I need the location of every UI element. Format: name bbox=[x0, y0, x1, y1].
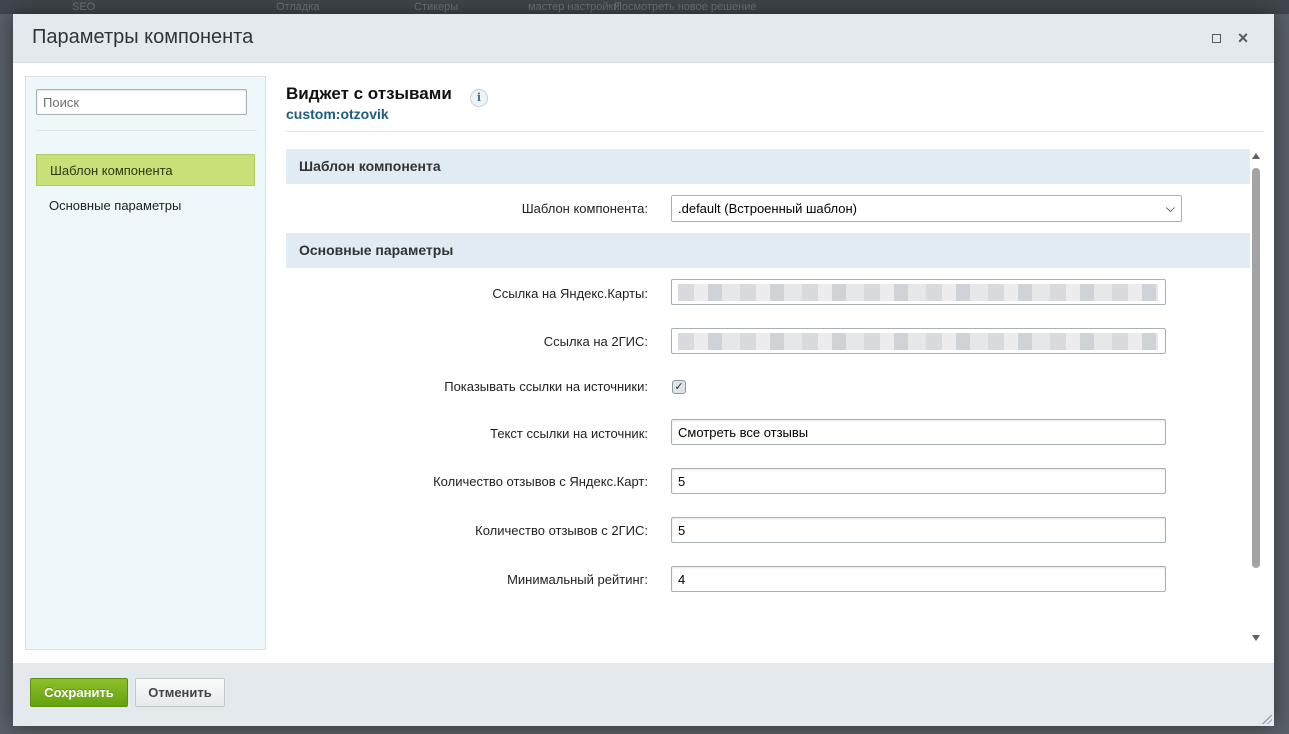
section-title: Шаблон компонента bbox=[299, 158, 441, 174]
checkmark-icon: ✓ bbox=[674, 381, 684, 393]
yandex-count-label: Количество отзывов с Яндекс.Карт: bbox=[433, 474, 648, 489]
search-input[interactable] bbox=[36, 89, 247, 115]
gis-link-input[interactable] bbox=[671, 328, 1166, 354]
yandex-count-input[interactable] bbox=[671, 468, 1166, 494]
save-button[interactable]: Сохранить bbox=[30, 678, 128, 707]
yandex-link-input[interactable] bbox=[671, 279, 1166, 305]
gis-link-label: Ссылка на 2ГИС: bbox=[543, 334, 648, 349]
min-rating-input[interactable] bbox=[671, 566, 1166, 592]
bg-toolbar-stickers: Стикеры bbox=[414, 1, 459, 13]
redacted-value bbox=[678, 333, 1158, 350]
sidebar: Шаблон компонента Основные параметры bbox=[25, 76, 266, 650]
scroll-thumb[interactable] bbox=[1252, 168, 1260, 568]
chevron-down-icon: ⌵ bbox=[1165, 201, 1175, 215]
scroll-up-arrow-icon[interactable] bbox=[1252, 153, 1260, 159]
show-links-checkbox[interactable]: ✓ bbox=[672, 380, 686, 394]
min-rating-label: Минимальный рейтинг: bbox=[507, 572, 648, 587]
params-scrollbar[interactable] bbox=[1250, 148, 1264, 648]
scroll-down-arrow-icon[interactable] bbox=[1252, 635, 1260, 641]
gis-count-label: Количество отзывов с 2ГИС: bbox=[475, 523, 648, 538]
gis-count-input[interactable] bbox=[671, 517, 1166, 543]
show-links-label: Показывать ссылки на источники: bbox=[444, 379, 648, 394]
bg-toolbar-debug: Отладка bbox=[276, 1, 320, 13]
dialog-title: Параметры компонента bbox=[32, 26, 254, 48]
redacted-value bbox=[678, 284, 1158, 301]
template-label: Шаблон компонента: bbox=[521, 201, 648, 216]
close-icon: × bbox=[1237, 28, 1249, 48]
component-code: custom:otzovik bbox=[286, 106, 389, 122]
bg-toolbar-wizard: мастер настройки bbox=[528, 1, 620, 13]
bg-toolbar-seo: SEO bbox=[72, 1, 96, 13]
section-header-main: Основные параметры bbox=[286, 233, 1250, 268]
sidebar-item-main-params[interactable]: Основные параметры bbox=[36, 190, 255, 222]
info-icon[interactable]: i bbox=[470, 89, 488, 107]
sidebar-item-template[interactable]: Шаблон компонента bbox=[36, 154, 255, 186]
template-select[interactable]: .default (Встроенный шаблон) ⌵ bbox=[671, 195, 1182, 222]
component-params-dialog: Параметры компонента × Шаблон компонента… bbox=[13, 14, 1274, 726]
section-title: Основные параметры bbox=[299, 242, 454, 258]
template-select-value: .default (Встроенный шаблон) bbox=[678, 201, 857, 216]
sidebar-divider bbox=[36, 130, 257, 131]
sidebar-item-label: Основные параметры bbox=[49, 198, 182, 213]
close-button[interactable]: × bbox=[1234, 29, 1252, 47]
background-toolbar: SEO Отладка Стикеры мастер настройки Пос… bbox=[0, 0, 1289, 14]
source-text-label: Текст ссылки на источник: bbox=[490, 426, 648, 441]
dialog-header[interactable]: Параметры компонента × bbox=[13, 14, 1274, 63]
section-header-template: Шаблон компонента bbox=[286, 149, 1250, 184]
dialog-footer: Сохранить Отменить bbox=[13, 663, 1274, 726]
bg-toolbar-new-solution: Посмотреть новое решение bbox=[614, 1, 757, 13]
params-panel: Шаблон компонента Шаблон компонента: .de… bbox=[286, 148, 1250, 648]
maximize-button[interactable] bbox=[1207, 29, 1225, 47]
cancel-button[interactable]: Отменить bbox=[135, 678, 225, 707]
title-divider bbox=[286, 131, 1264, 132]
resize-grip-icon[interactable] bbox=[1262, 714, 1272, 724]
yandex-link-label: Ссылка на Яндекс.Карты: bbox=[492, 286, 648, 301]
maximize-icon bbox=[1211, 34, 1221, 44]
component-title: Виджет с отзывами bbox=[286, 84, 452, 103]
source-text-input[interactable] bbox=[671, 419, 1166, 445]
sidebar-item-label: Шаблон компонента bbox=[50, 163, 173, 178]
